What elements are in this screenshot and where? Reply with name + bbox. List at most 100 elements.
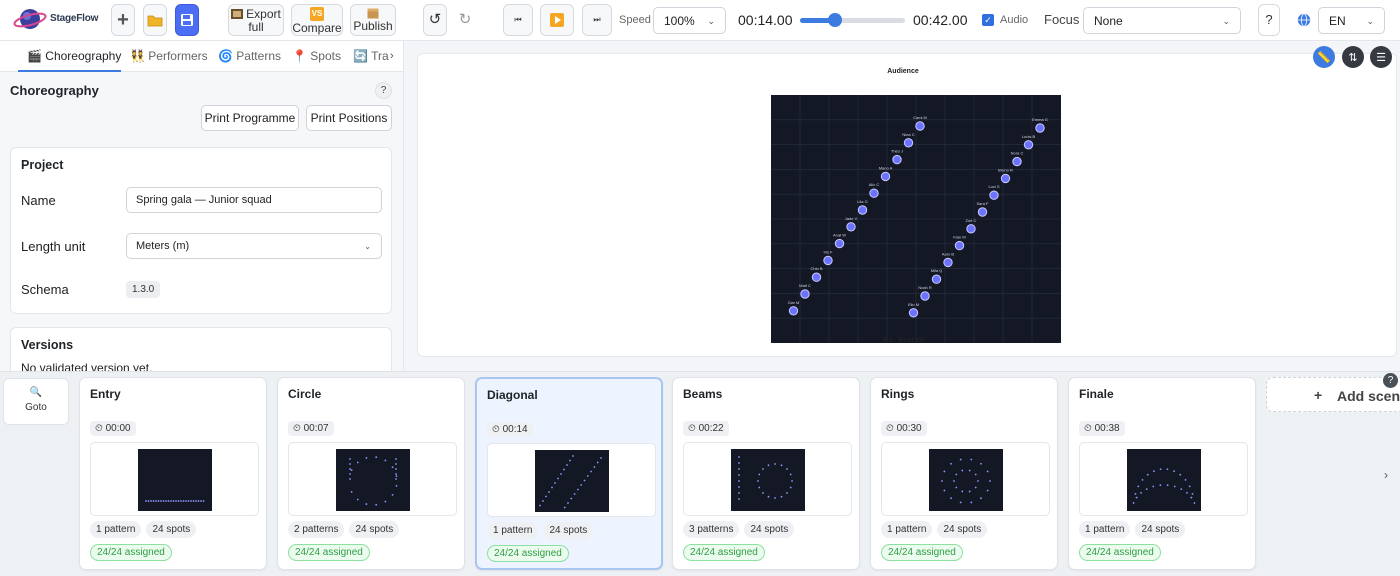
thumbnail-dot [762,468,764,470]
performer-label: Clar M [788,300,800,305]
tab-spots[interactable]: 📍 Spots [292,49,341,63]
length-unit-select[interactable]: Meters (m) ⌄ [126,233,382,259]
thumbnail-dot [1153,470,1155,472]
clock-icon: ⏲ [95,423,103,434]
focus-select[interactable]: None ⌄ [1083,7,1241,34]
publish-button[interactable]: Publish [350,4,396,36]
thumbnail-dot [539,504,541,507]
thumbnail-dot [791,480,793,482]
scene-time: ⏲ 00:38 [1079,421,1125,436]
add-scene-button[interactable]: + Add scene [1266,377,1400,412]
thumbnail-dot [1135,496,1138,499]
left-panel: 🎬 Choreography 👯 Performers 🌀 Patterns 📍… [0,41,404,371]
thumbnail-dot [395,468,397,470]
thumbnail-dot [1132,502,1135,504]
timeline-handle[interactable] [827,13,842,27]
thumbnail-dot [182,500,185,502]
play-button[interactable] [540,4,574,36]
thumbnail-dot [375,503,378,506]
undo-button[interactable]: ↺ [423,4,447,36]
versions-empty-text: No validated version yet. [21,361,153,371]
vs-icon: VS [309,6,325,21]
thumbnail-dot [197,500,200,502]
scene-name: Circle [288,387,322,401]
thumbnail-dot [780,495,783,498]
tab-transitions[interactable]: 🔄 Tra [353,49,389,63]
chevron-down-icon: ⌄ [364,242,371,251]
scene-card[interactable]: Circle ⏲ 00:07 2 patterns 24 spots 24/24 ass… [277,377,465,570]
thumbnail-dot [572,455,574,457]
beat-label: 8:1 · Beat 29 [882,337,924,344]
language-select[interactable]: EN ⌄ [1318,7,1385,34]
scene-card[interactable]: Entry ⏲ 00:00 1 pattern 24 spots 24/24 assig… [79,377,267,570]
scene-card[interactable]: Diagonal ⏲ 00:14 1 pattern 24 spots 24/24 as… [475,377,663,570]
thumbnail-dot [1159,484,1162,487]
performer-label: Klan M [953,235,965,240]
performer-label: Noah R [918,285,932,290]
scene-time: ⏲ 00:14 [487,422,533,437]
clock-icon: ⏲ [886,423,894,434]
thumbnail-dot [185,500,187,502]
scene-name: Diagonal [487,388,538,402]
new-project-button[interactable]: + [111,4,135,36]
export-full-button[interactable]: Export full [228,4,284,36]
performer-label: Jade V [845,216,858,221]
performer-label: Cami M [913,115,927,120]
scene-thumbnail-floor [731,449,805,511]
pattern-count: 1 pattern [1079,521,1131,538]
thumbnail-dot [738,474,740,476]
assigned-badge: 24/24 assigned [90,544,172,561]
goto-button[interactable]: 🔍 Goto [3,378,69,425]
thumbnail-dot [1180,488,1183,491]
thumbnail-dot [1173,470,1175,472]
scene-name: Beams [683,387,723,401]
scene-card[interactable]: Finale ⏲ 00:38 1 pattern 24 spots 24/24 assi… [1068,377,1256,570]
swap-tool-button[interactable]: ⇅ [1342,46,1364,68]
thumbnail-dot [145,500,147,502]
chevron-down-icon: ⌄ [1222,16,1230,26]
scene-time: ⏲ 00:22 [683,421,729,436]
redo-button[interactable]: ↻ [453,4,477,36]
thumbnail-dot [1188,485,1191,488]
menu-button[interactable]: ☰ [1370,46,1392,68]
print-programme-button[interactable]: Print Programme [201,105,299,131]
thumbnail-dot [349,478,351,480]
skip-forward-button[interactable]: ⏭ [582,4,612,36]
performer-label: Sara F [976,201,989,206]
thumbnail-dot [349,468,351,470]
tab-choreography[interactable]: 🎬 Choreography [27,49,121,63]
thumbnail-dot [955,473,958,476]
transitions-icon: 🔄 [353,49,368,63]
panel-help-button[interactable]: ? [375,82,392,99]
save-button[interactable] [175,4,199,36]
versions-heading: Versions [21,338,74,352]
compare-button[interactable]: VS Compare [291,4,343,36]
scene-card[interactable]: Beams ⏲ 00:22 3 patterns 24 spots 24/24 assi… [672,377,860,570]
skip-back-button[interactable]: ⏮ [503,4,533,36]
thumbnail-dot [758,486,761,489]
timeline-slider[interactable] [800,13,905,27]
plus-icon: + [117,9,129,31]
project-name-input[interactable]: Spring gala — Junior squad [126,187,382,213]
speed-select[interactable]: 100% ⌄ [653,7,726,34]
print-positions-button[interactable]: Print Positions [306,105,392,131]
thumbnail-dot [953,480,955,482]
thumbnail-dot [767,495,770,498]
thumbnail-dot [365,503,368,505]
stage-floor[interactable]: Emma G Louis B Nora C Bruno R Luci S Sara F Zo… [771,95,1061,343]
ruler-tool-button[interactable]: 📏 [1313,46,1335,68]
tab-performers[interactable]: 👯 Performers [130,49,208,63]
thumbnail-dot [202,500,205,502]
thumbnail-dot [395,484,398,487]
scenes-help-button[interactable]: ? [1383,373,1398,388]
thumbnail-dot [395,458,397,460]
swap-icon: ⇅ [1348,51,1358,64]
audio-checkbox[interactable]: ✓ [982,14,994,26]
help-button[interactable]: ? [1258,4,1280,36]
open-project-button[interactable] [143,4,167,36]
tab-patterns[interactable]: 🌀 Patterns [218,49,281,63]
chevron-right-icon[interactable]: › [390,50,394,62]
chevron-right-icon[interactable]: › [1384,468,1388,482]
thumbnail-dot [542,500,544,502]
scene-card[interactable]: Rings ⏲ 00:30 1 pattern 24 spots 24/24 assig… [870,377,1058,570]
